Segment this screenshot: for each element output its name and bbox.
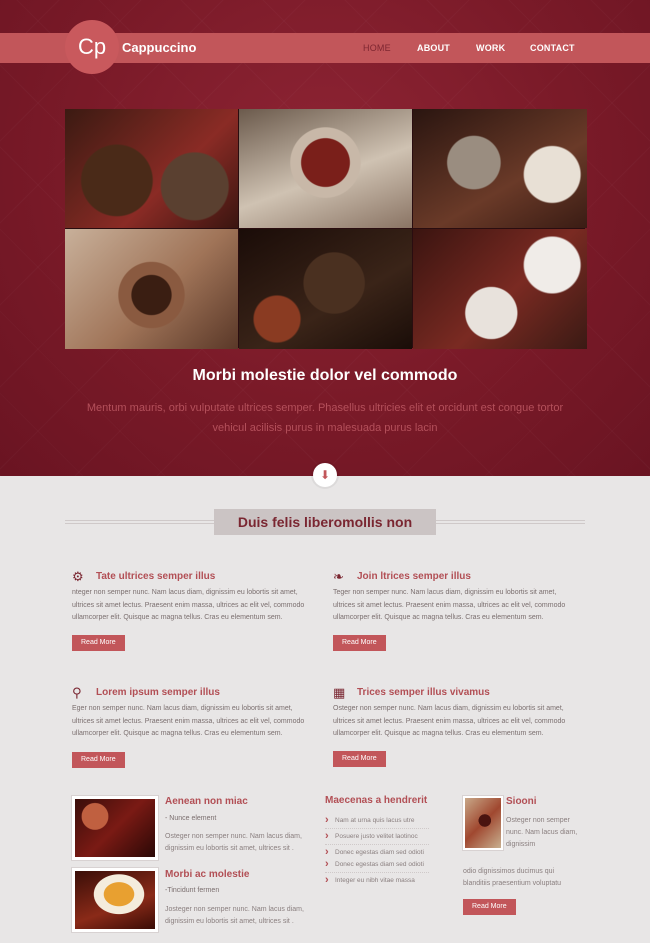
gallery-photo[interactable] — [413, 229, 587, 349]
gallery-photo[interactable] — [239, 229, 412, 349]
hero-title: Morbi molestie dolor vel commodo — [192, 367, 458, 384]
nav-home[interactable]: HOME — [363, 43, 391, 53]
arrow-down-icon[interactable]: ⬇ — [313, 463, 337, 487]
gift-icon: ▦ — [333, 685, 346, 700]
feature-text: Osteger non semper nunc. Nam lacus diam,… — [333, 705, 566, 737]
feature-title: Join ltrices semper illus — [357, 571, 471, 582]
nav-contact[interactable]: CONTACT — [530, 43, 575, 53]
nav-about[interactable]: ABOUT — [417, 43, 450, 53]
read-more-button[interactable]: Read More — [333, 635, 386, 651]
read-more-button[interactable]: Read More — [333, 751, 386, 767]
post-text: Josteger non semper nunc. Nam lacus diam… — [165, 906, 304, 925]
list-item[interactable]: Donec egestas diam sed odioti — [325, 858, 429, 873]
post-text: Osteger non semper nunc. Nam lacus diam,… — [165, 833, 302, 852]
link-list: Nam at urna quis lacus utre Posuere just… — [325, 814, 429, 887]
gallery-photo[interactable] — [413, 109, 587, 228]
brand-name[interactable]: Cappuccino — [122, 40, 196, 55]
list-item[interactable]: Integer eu nibh vitae massa — [325, 874, 429, 887]
post-title[interactable]: Morbi ac molestie — [165, 869, 249, 880]
list-item[interactable]: Posuere justo velitet laotinoc — [325, 830, 429, 845]
feature-text: Eger non semper nunc. Nam lacus diam, di… — [72, 705, 305, 737]
list-item[interactable]: Donec egestas diam sed odioti — [325, 846, 429, 859]
feature-title: Tate ultrices semper illus — [96, 571, 216, 582]
post-thumbnail[interactable] — [72, 796, 158, 860]
gear-icon: ⚙ — [72, 569, 84, 584]
gallery-photo[interactable] — [239, 109, 412, 228]
links-title: Maecenas a hendrerit — [325, 795, 428, 806]
post-meta: - Nunce element — [165, 815, 217, 822]
section-title: Duis felis liberomollis non — [214, 509, 436, 535]
aside-thumbnail[interactable] — [463, 796, 503, 850]
feature-text: nteger non semper nunc. Nam lacus diam, … — [72, 589, 305, 621]
post-title[interactable]: Aenean non miac — [165, 796, 248, 807]
feature-title: Trices semper illus vivamus — [357, 687, 490, 698]
gallery-photo[interactable] — [65, 229, 238, 349]
read-more-button[interactable]: Read More — [72, 635, 125, 651]
aside-text: Osteger non semper nunc. Nam lacus diam,… — [506, 817, 578, 848]
leaf-icon: ❧ — [333, 569, 344, 584]
read-more-button[interactable]: Read More — [72, 752, 125, 768]
nav-work[interactable]: WORK — [476, 43, 505, 53]
logo[interactable]: Cp — [65, 20, 119, 74]
aside-text: odio dignissimos ducimus qui blanditiis … — [463, 868, 562, 887]
feature-text: Teger non semper nunc. Nam lacus diam, d… — [333, 589, 566, 621]
hero-subtitle: Mentum mauris, orbi vulputate ultrices s… — [86, 402, 564, 434]
trophy-icon: ⚲ — [72, 685, 82, 700]
hero-section: Cp Cappuccino HOME ABOUT WORK CONTACT Mo… — [0, 0, 650, 476]
list-item[interactable]: Nam at urna quis lacus utre — [325, 814, 429, 829]
photo-gallery — [65, 109, 587, 349]
gallery-photo[interactable] — [65, 109, 238, 228]
feature-title: Lorem ipsum semper illus — [96, 687, 220, 698]
aside-title[interactable]: Siooni — [506, 796, 537, 807]
read-more-button[interactable]: Read More — [463, 899, 516, 915]
post-meta: -Tincidunt fermen — [165, 887, 220, 894]
post-thumbnail[interactable] — [72, 868, 158, 932]
